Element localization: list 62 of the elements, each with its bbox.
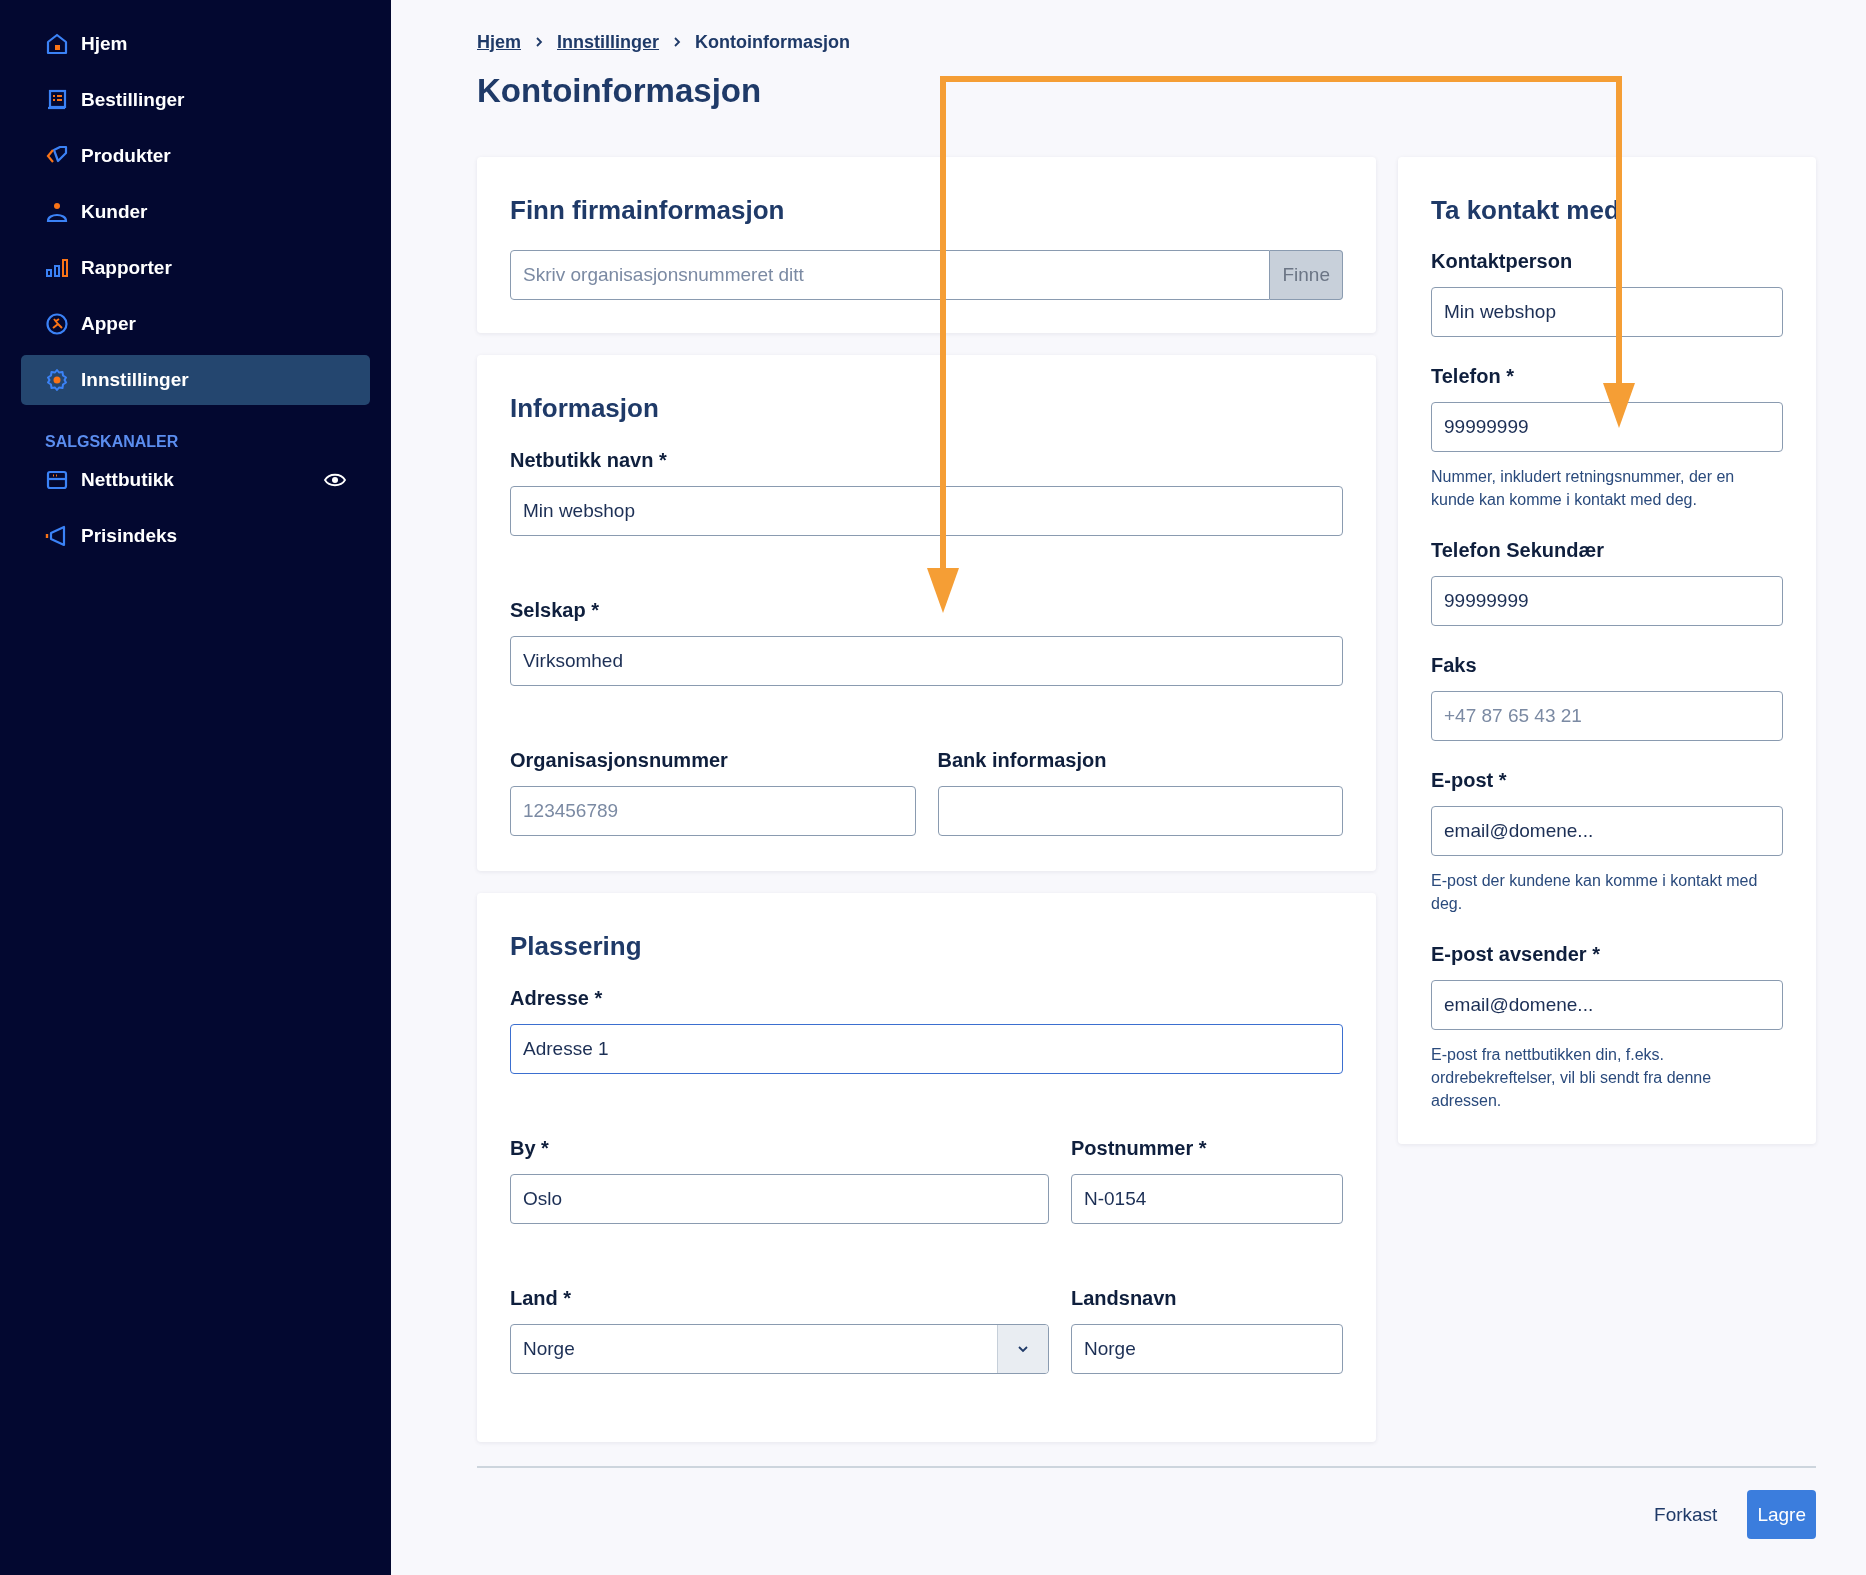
text-field[interactable]: Min webshop: [510, 486, 1343, 536]
text-field[interactable]: email@domene...: [1431, 980, 1783, 1030]
field-label: Netbutikk navn *: [510, 448, 667, 472]
text-field[interactable]: Adresse 1: [510, 1024, 1343, 1074]
field-label: E-post *: [1431, 768, 1507, 792]
sidebar-item[interactable]: Rapporter: [21, 243, 370, 293]
settings-icon: [45, 368, 69, 392]
sidebar-item[interactable]: Prisindeks: [21, 511, 370, 561]
sidebar-item[interactable]: Hjem: [21, 19, 370, 69]
field-label: Telefon Sekundær: [1431, 538, 1604, 562]
text-field[interactable]: Min webshop: [1431, 287, 1783, 337]
field-label: Organisasjonsnummer: [510, 748, 728, 772]
text-field[interactable]: Norge: [1071, 1324, 1343, 1374]
sidebar-item[interactable]: Bestillinger: [21, 75, 370, 125]
section-heading: SALGSKANALER: [44, 432, 180, 452]
text-field[interactable]: 99999999: [1431, 576, 1783, 626]
help-text: E-post fra nettbutikken din, f.eks. ordrebekreftelser, vil bli sendt fra denne adressen.: [1431, 1045, 1713, 1111]
card-heading: Finn firmainformasjon: [510, 194, 785, 226]
person-icon: [45, 200, 69, 224]
sidebar-item[interactable]: Innstillinger: [21, 355, 370, 405]
card-heading: Plassering: [510, 930, 642, 962]
field-label: Selskap *: [510, 598, 599, 622]
field-label: Telefon *: [1431, 364, 1514, 388]
field-label: Adresse *: [510, 986, 603, 1010]
help-text: Nummer, inkludert retningsnummer, der en kunde kan komme i kontakt med deg.: [1431, 467, 1736, 510]
save-button[interactable]: Lagre: [1747, 1490, 1816, 1539]
text-field[interactable]: email@domene...: [1431, 806, 1783, 856]
text-field[interactable]: 123456789: [510, 786, 916, 836]
sidebar-item[interactable]: Apper: [21, 299, 370, 349]
field-label: Land *: [510, 1286, 572, 1310]
store-icon: [45, 468, 69, 492]
sidebar-item[interactable]: Produkter: [21, 131, 370, 181]
card-heading: Informasjon: [510, 392, 659, 424]
help-text: E-post der kundene kan komme i kontakt med deg.: [1431, 871, 1759, 914]
caret-down-icon: [1017, 1344, 1029, 1354]
bar-chart-icon: [45, 256, 69, 280]
sidebar-item[interactable]: Kunder: [21, 187, 370, 237]
breadcrumb-link[interactable]: Hjem: [477, 31, 521, 53]
field-label: E-post avsender *: [1431, 942, 1600, 966]
page-title: Kontoinformasjon: [477, 71, 762, 111]
sidebar-item[interactable]: Nettbutikk: [21, 455, 370, 505]
field-label: Postnummer *: [1071, 1136, 1207, 1160]
field-label: Kontaktperson: [1431, 249, 1573, 273]
text-field[interactable]: +47 87 65 43 21: [1431, 691, 1783, 741]
text-field[interactable]: N-0154: [1071, 1174, 1343, 1224]
home-icon: [45, 32, 69, 56]
list-icon: [45, 88, 69, 112]
select-field[interactable]: Norge: [510, 1324, 1049, 1374]
chevron-right-icon: [533, 35, 545, 49]
text-field[interactable]: Oslo: [510, 1174, 1049, 1224]
field-label: Landsnavn: [1071, 1286, 1177, 1310]
search-field[interactable]: Skriv organisasjonsnummeret ditt: [510, 250, 1271, 300]
breadcrumb-current: Kontoinformasjon: [695, 31, 851, 53]
cancel-button[interactable]: Forkast: [1644, 1490, 1728, 1539]
field-label: Bank informasjon: [937, 748, 1107, 772]
text-field[interactable]: [937, 786, 1343, 836]
breadcrumb-link[interactable]: Innstillinger: [557, 31, 660, 53]
text-field[interactable]: 99999999: [1431, 402, 1783, 452]
circle-emblem-icon: [45, 312, 69, 336]
field-label: Faks: [1431, 653, 1477, 677]
field-label: By *: [510, 1136, 549, 1160]
text-field[interactable]: Virksomhed: [510, 636, 1343, 686]
